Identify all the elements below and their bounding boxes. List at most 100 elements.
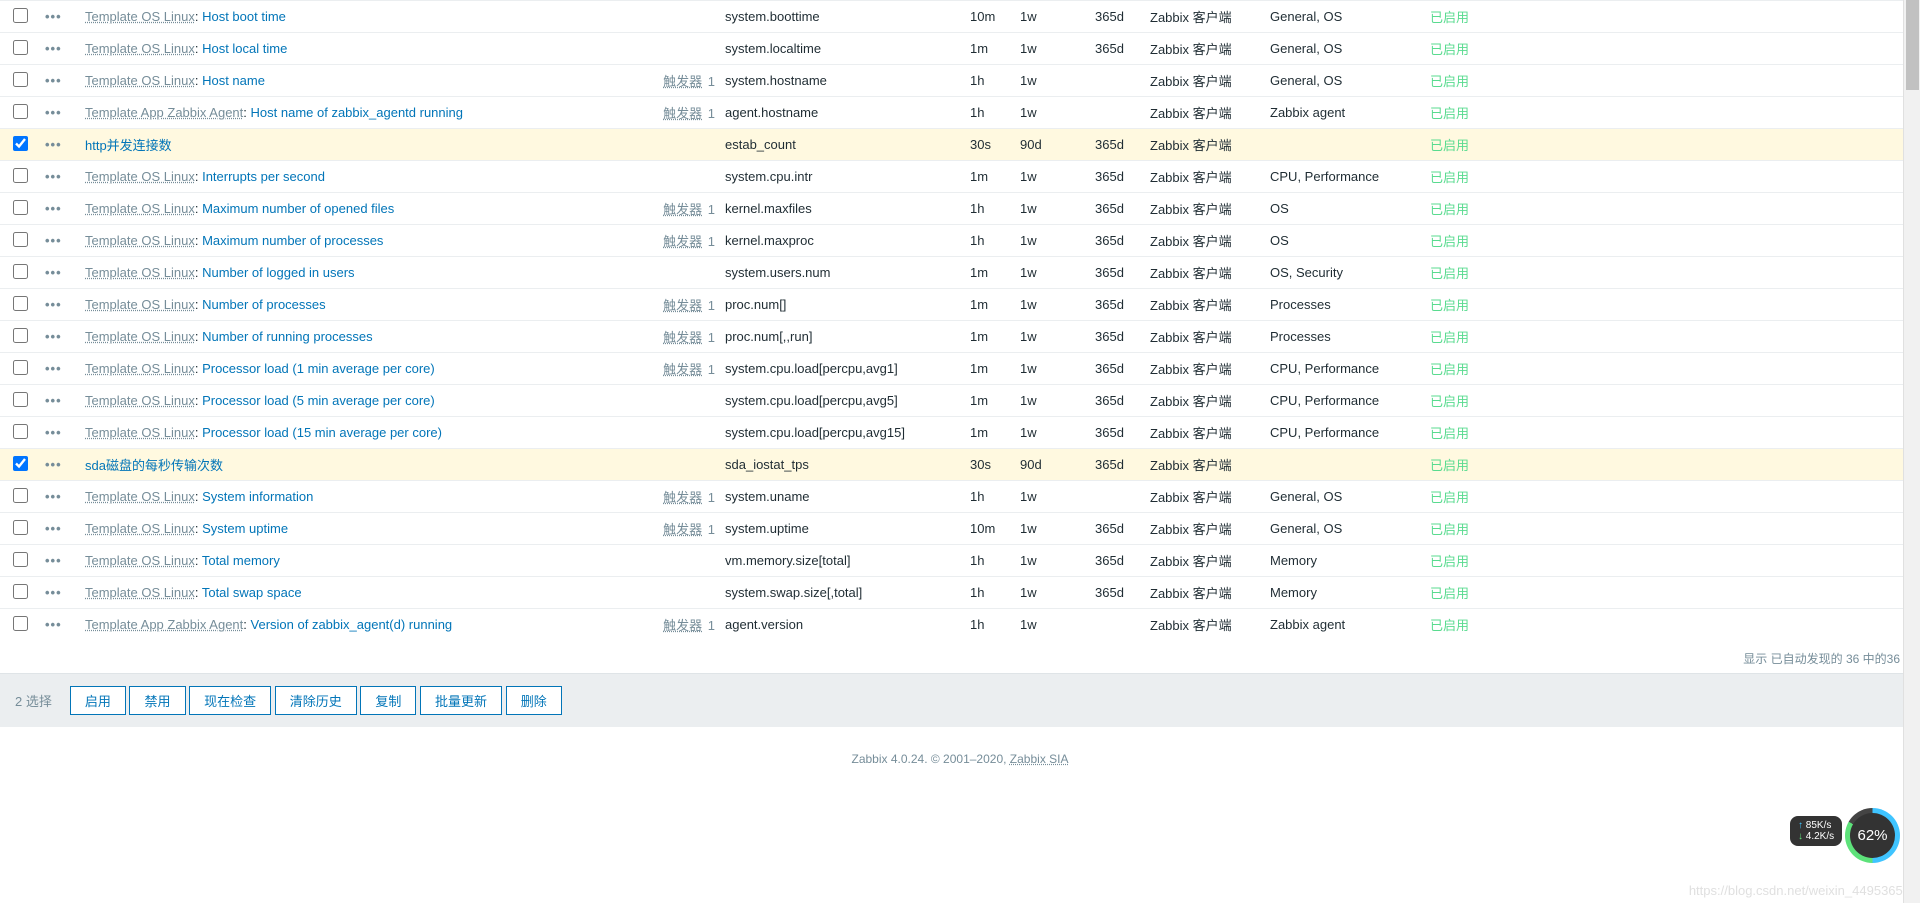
row-menu-icon[interactable]: ••• <box>40 97 80 129</box>
item-link[interactable]: Maximum number of opened files <box>202 201 394 216</box>
template-link[interactable]: Template OS Linux <box>85 41 195 56</box>
status-link[interactable]: 已启用 <box>1430 74 1469 89</box>
trigger-link[interactable]: 触发器 <box>663 74 702 89</box>
template-link[interactable]: Template OS Linux <box>85 297 195 312</box>
item-link[interactable]: Maximum number of processes <box>202 233 383 248</box>
row-menu-icon[interactable]: ••• <box>40 161 80 193</box>
status-link[interactable]: 已启用 <box>1430 394 1469 409</box>
item-link[interactable]: Processor load (1 min average per core) <box>202 361 435 376</box>
row-menu-icon[interactable]: ••• <box>40 545 80 577</box>
item-link[interactable]: sda磁盘的每秒传输次数 <box>85 458 223 473</box>
status-link[interactable]: 已启用 <box>1430 106 1469 121</box>
template-link[interactable]: Template OS Linux <box>85 521 195 536</box>
row-menu-icon[interactable]: ••• <box>40 65 80 97</box>
trigger-link[interactable]: 触发器 <box>663 202 702 217</box>
status-link[interactable]: 已启用 <box>1430 10 1469 25</box>
template-link[interactable]: Template OS Linux <box>85 489 195 504</box>
row-menu-icon[interactable]: ••• <box>40 385 80 417</box>
row-menu-icon[interactable]: ••• <box>40 321 80 353</box>
row-checkbox[interactable] <box>13 40 28 55</box>
action-button[interactable]: 启用 <box>70 686 126 715</box>
item-link[interactable]: Total memory <box>202 553 280 568</box>
row-menu-icon[interactable]: ••• <box>40 1 80 33</box>
status-link[interactable]: 已启用 <box>1430 170 1469 185</box>
status-link[interactable]: 已启用 <box>1430 138 1469 153</box>
row-menu-icon[interactable]: ••• <box>40 577 80 609</box>
template-link[interactable]: Template OS Linux <box>85 585 195 600</box>
template-link[interactable]: Template OS Linux <box>85 169 195 184</box>
item-link[interactable]: Interrupts per second <box>202 169 325 184</box>
trigger-link[interactable]: 触发器 <box>663 618 702 633</box>
row-checkbox[interactable] <box>13 584 28 599</box>
status-link[interactable]: 已启用 <box>1430 330 1469 345</box>
status-link[interactable]: 已启用 <box>1430 362 1469 377</box>
status-link[interactable]: 已启用 <box>1430 234 1469 249</box>
row-checkbox[interactable] <box>13 520 28 535</box>
trigger-link[interactable]: 触发器 <box>663 490 702 505</box>
status-link[interactable]: 已启用 <box>1430 202 1469 217</box>
row-menu-icon[interactable]: ••• <box>40 417 80 449</box>
trigger-link[interactable]: 触发器 <box>663 106 702 121</box>
row-checkbox[interactable] <box>13 136 28 151</box>
status-link[interactable]: 已启用 <box>1430 618 1469 633</box>
template-link[interactable]: Template OS Linux <box>85 393 195 408</box>
row-checkbox[interactable] <box>13 200 28 215</box>
action-button[interactable]: 现在检查 <box>189 686 271 715</box>
template-link[interactable]: Template OS Linux <box>85 73 195 88</box>
row-checkbox[interactable] <box>13 328 28 343</box>
template-link[interactable]: Template OS Linux <box>85 553 195 568</box>
row-menu-icon[interactable]: ••• <box>40 289 80 321</box>
row-menu-icon[interactable]: ••• <box>40 481 80 513</box>
template-link[interactable]: Template OS Linux <box>85 329 195 344</box>
status-link[interactable]: 已启用 <box>1430 458 1469 473</box>
row-checkbox[interactable] <box>13 8 28 23</box>
trigger-link[interactable]: 触发器 <box>663 298 702 313</box>
row-menu-icon[interactable]: ••• <box>40 513 80 545</box>
item-link[interactable]: Number of processes <box>202 297 326 312</box>
template-link[interactable]: Template App Zabbix Agent <box>85 105 243 120</box>
row-menu-icon[interactable]: ••• <box>40 353 80 385</box>
row-checkbox[interactable] <box>13 232 28 247</box>
status-link[interactable]: 已启用 <box>1430 490 1469 505</box>
item-link[interactable]: Host boot time <box>202 9 286 24</box>
row-checkbox[interactable] <box>13 296 28 311</box>
trigger-link[interactable]: 触发器 <box>663 330 702 345</box>
action-button[interactable]: 清除历史 <box>275 686 357 715</box>
item-link[interactable]: http并发连接数 <box>85 138 172 153</box>
row-checkbox[interactable] <box>13 72 28 87</box>
row-menu-icon[interactable]: ••• <box>40 257 80 289</box>
item-link[interactable]: Host name of zabbix_agentd running <box>251 105 463 120</box>
row-checkbox[interactable] <box>13 552 28 567</box>
template-link[interactable]: Template OS Linux <box>85 201 195 216</box>
row-menu-icon[interactable]: ••• <box>40 33 80 65</box>
item-link[interactable]: Processor load (15 min average per core) <box>202 425 442 440</box>
trigger-link[interactable]: 触发器 <box>663 362 702 377</box>
template-link[interactable]: Template OS Linux <box>85 361 195 376</box>
item-link[interactable]: Host name <box>202 73 265 88</box>
template-link[interactable]: Template OS Linux <box>85 233 195 248</box>
template-link[interactable]: Template OS Linux <box>85 425 195 440</box>
row-menu-icon[interactable]: ••• <box>40 129 80 161</box>
row-menu-icon[interactable]: ••• <box>40 609 80 641</box>
action-button[interactable]: 批量更新 <box>420 686 502 715</box>
status-link[interactable]: 已启用 <box>1430 42 1469 57</box>
template-link[interactable]: Template OS Linux <box>85 265 195 280</box>
row-checkbox[interactable] <box>13 392 28 407</box>
item-link[interactable]: Host local time <box>202 41 287 56</box>
row-checkbox[interactable] <box>13 104 28 119</box>
row-checkbox[interactable] <box>13 456 28 471</box>
status-link[interactable]: 已启用 <box>1430 298 1469 313</box>
action-button[interactable]: 禁用 <box>129 686 185 715</box>
item-link[interactable]: System uptime <box>202 521 288 536</box>
status-link[interactable]: 已启用 <box>1430 522 1469 537</box>
status-link[interactable]: 已启用 <box>1430 554 1469 569</box>
trigger-link[interactable]: 触发器 <box>663 234 702 249</box>
row-checkbox[interactable] <box>13 488 28 503</box>
item-link[interactable]: Number of logged in users <box>202 265 354 280</box>
item-link[interactable]: Total swap space <box>202 585 302 600</box>
status-link[interactable]: 已启用 <box>1430 266 1469 281</box>
item-link[interactable]: Number of running processes <box>202 329 373 344</box>
status-link[interactable]: 已启用 <box>1430 586 1469 601</box>
row-menu-icon[interactable]: ••• <box>40 193 80 225</box>
action-button[interactable]: 删除 <box>506 686 562 715</box>
